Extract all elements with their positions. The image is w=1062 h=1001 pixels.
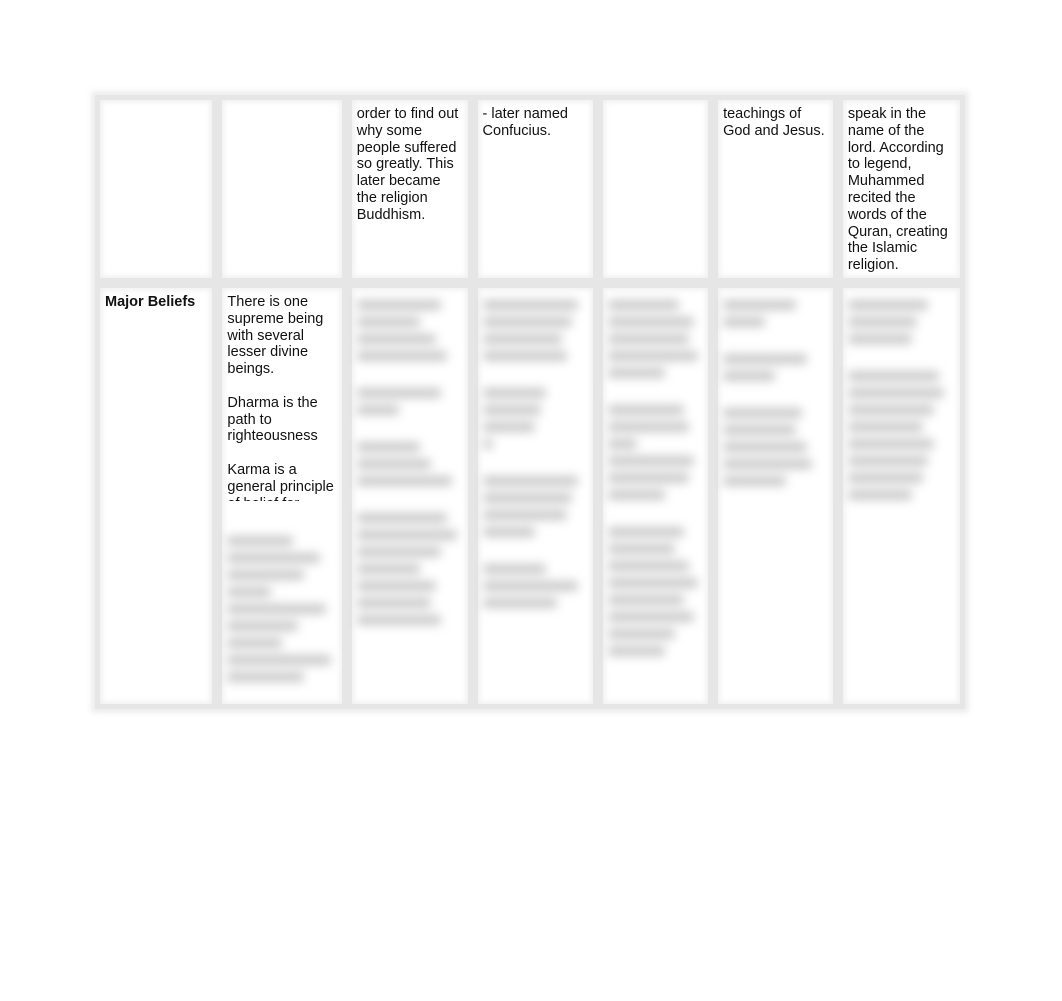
cell-paragraph: Karma is a general principle of belief f…	[227, 461, 334, 501]
table-cell-hinduism-beliefs: There is one supreme being with several …	[217, 282, 347, 709]
table-row: order to find out why some people suffer…	[95, 95, 965, 283]
table-row: Major Beliefs There is one supreme being…	[95, 282, 965, 709]
table-cell-christianity: teachings of God and Jesus.	[713, 95, 838, 283]
row-label-major-beliefs: Major Beliefs	[105, 293, 196, 310]
blurred-content	[227, 535, 336, 682]
blurred-content	[608, 299, 703, 656]
table-cell-islam: speak in the name of the lord. According…	[837, 95, 965, 283]
table-cell-confucianism: - later named Confucius.	[472, 95, 599, 283]
cell-text: order to find out why some people suffer…	[356, 106, 459, 223]
table-cell-islam-beliefs	[837, 282, 965, 709]
cell-text: teachings of God and Jesus.	[723, 106, 825, 139]
cell-text: speak in the name of the lord. According…	[847, 106, 948, 274]
table-cell	[217, 95, 347, 283]
table-cell-buddhism: order to find out why some people suffer…	[346, 95, 473, 283]
cell-text: - later named Confucius.	[482, 106, 568, 139]
table-cell	[598, 95, 714, 283]
cell-paragraph: Dharma is the path to righteousness	[227, 394, 318, 445]
table-cell-christianity-beliefs	[713, 282, 838, 709]
visible-cell-content: There is one supreme being with several …	[227, 294, 336, 501]
religions-comparison-table: order to find out why some people suffer…	[95, 95, 965, 709]
table-cell-judaism-beliefs	[598, 282, 714, 709]
table-cell-confucianism-beliefs	[472, 282, 599, 709]
blurred-content	[847, 299, 955, 500]
blurred-content	[723, 299, 828, 486]
table-cell-buddhism-beliefs	[346, 282, 473, 709]
table-cell-row-label	[95, 95, 218, 283]
blurred-content	[356, 299, 463, 625]
blurred-content	[482, 299, 589, 608]
table-cell-row-label: Major Beliefs	[95, 282, 218, 709]
document-page: order to find out why some people suffer…	[0, 0, 1062, 1001]
cell-paragraph: There is one supreme being with several …	[227, 293, 324, 378]
